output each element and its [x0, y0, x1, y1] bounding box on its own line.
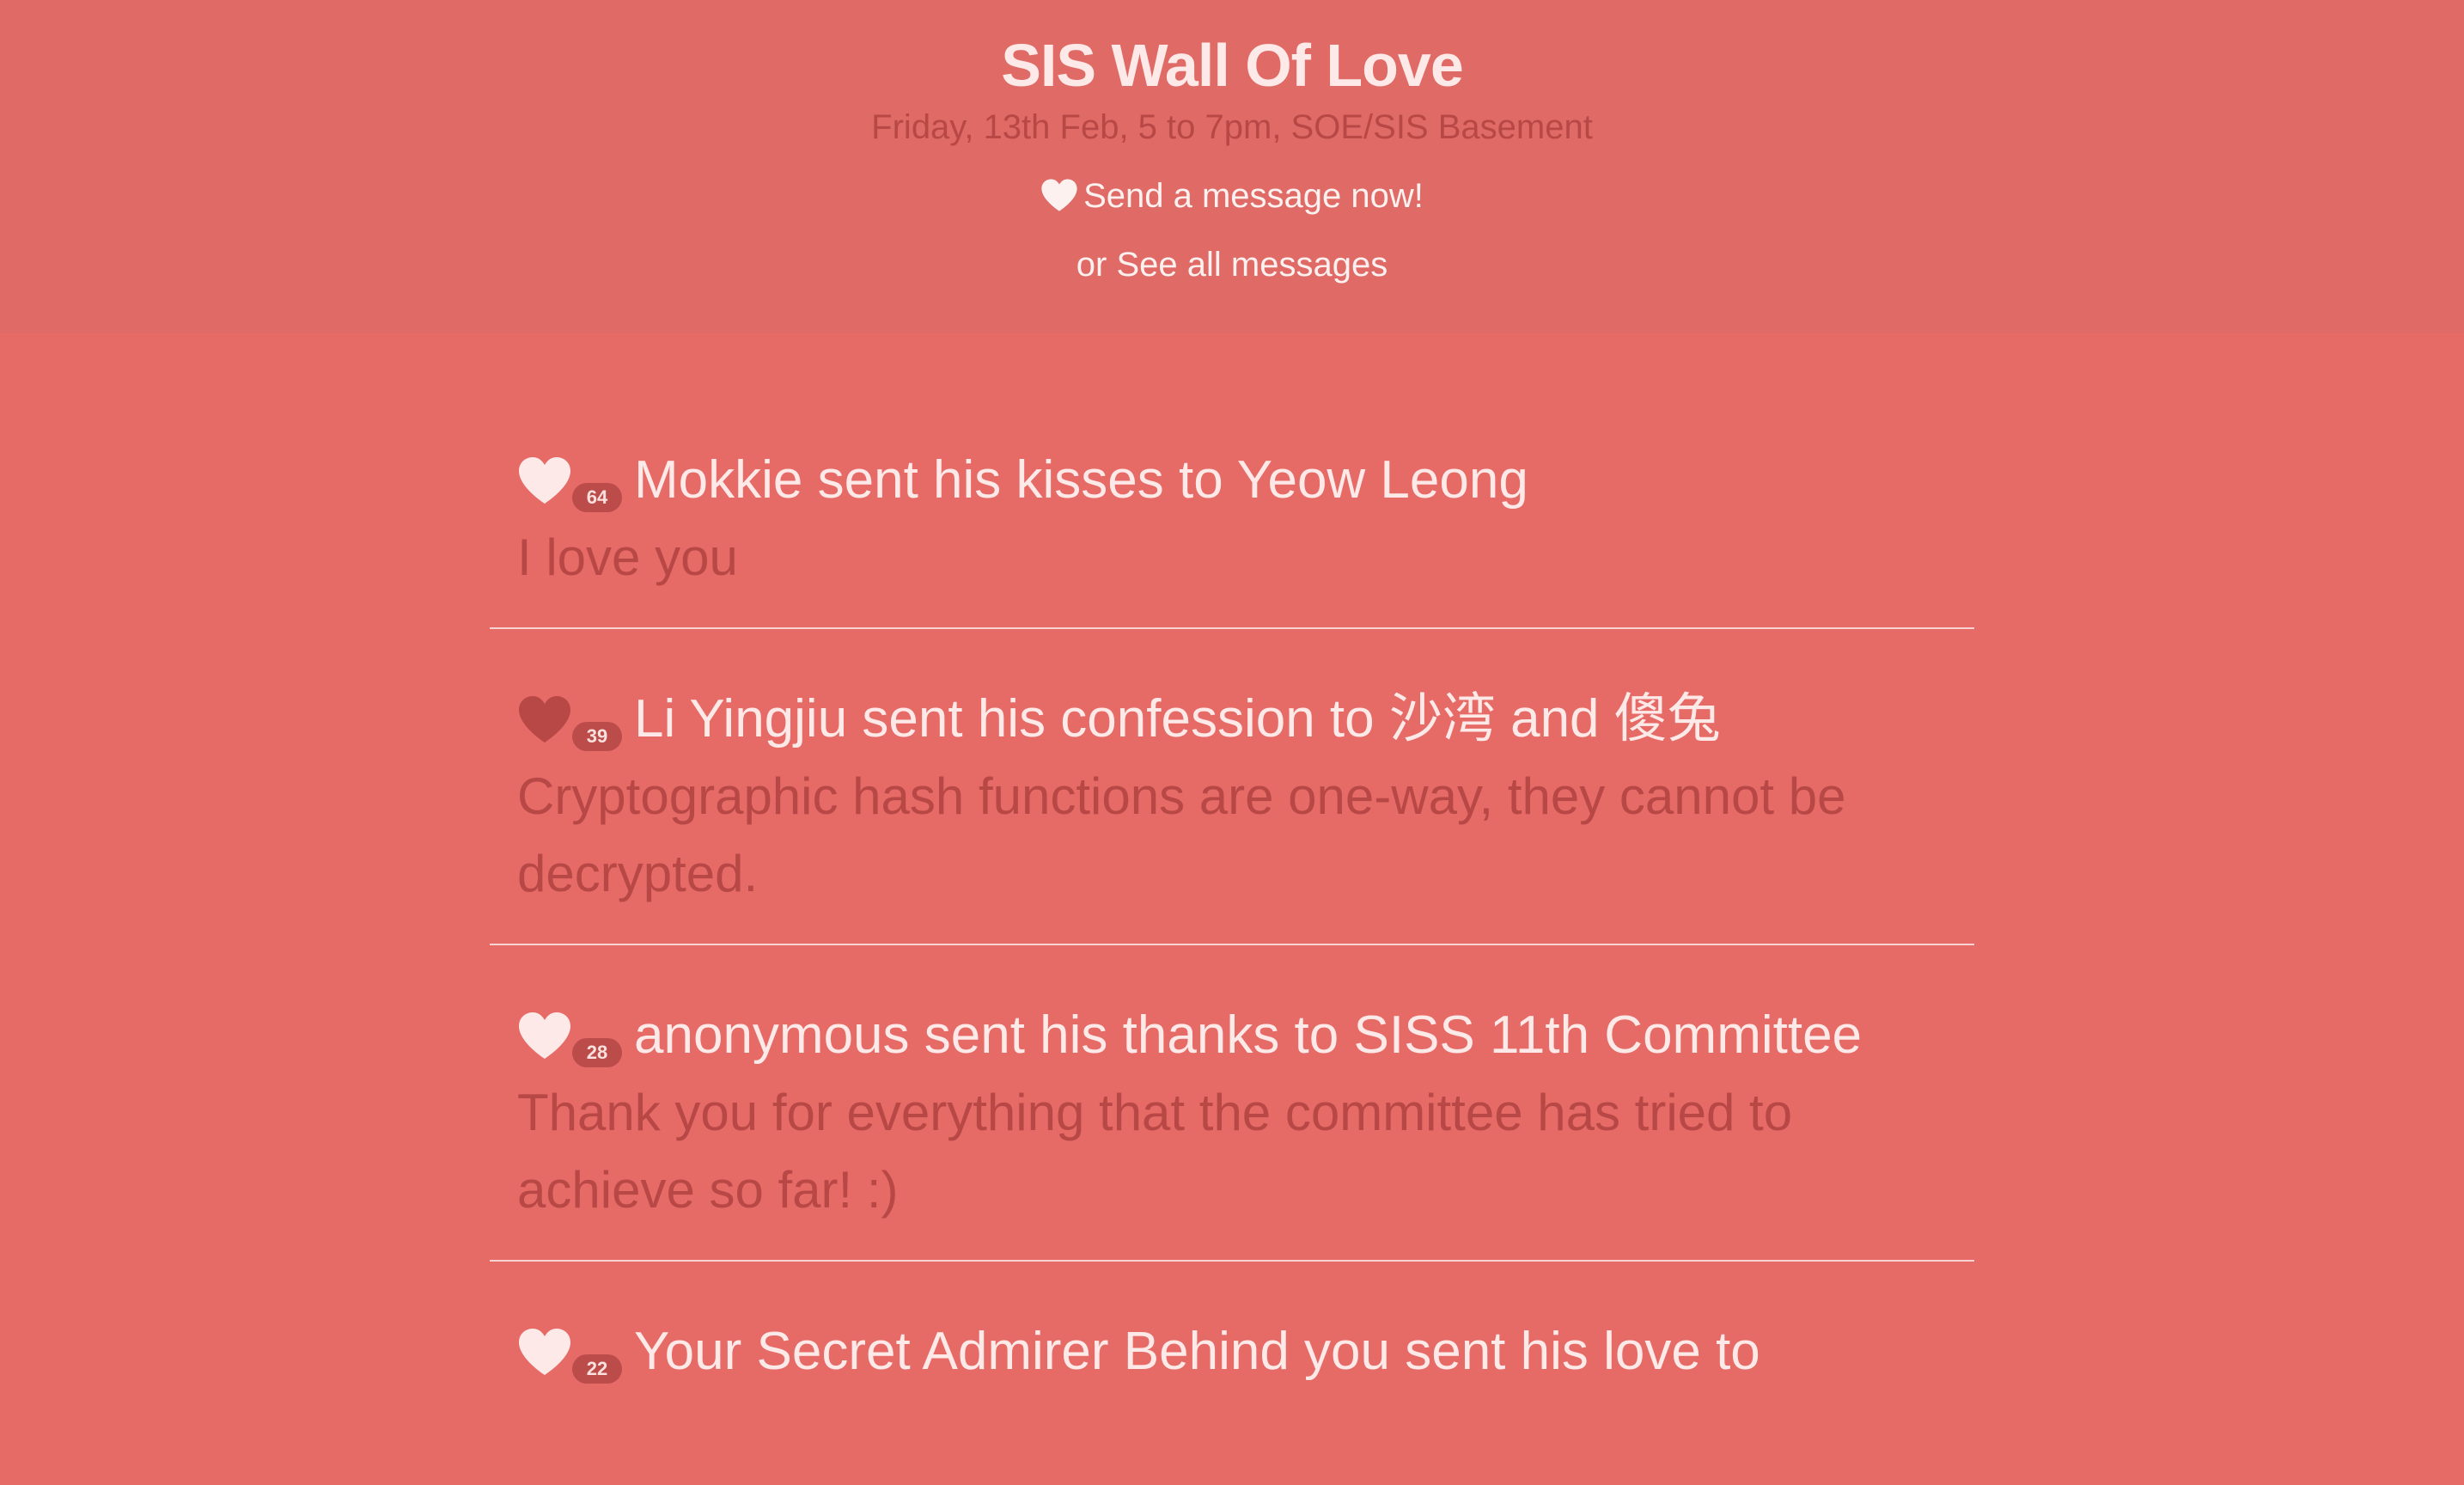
send-message-link[interactable]: Send a message now! — [0, 170, 2464, 222]
message-item: 22 Your Secret Admirer Behind you sent h… — [490, 1313, 1974, 1485]
message-body: I love you — [517, 529, 738, 586]
page-header: SIS Wall Of Love Friday, 13th Feb, 5 to … — [0, 0, 2464, 333]
send-message-label: Send a message now! — [1083, 177, 1424, 215]
like-count-badge: 39 — [572, 722, 622, 751]
heart-icon — [1041, 179, 1077, 211]
page-title: SIS Wall Of Love — [1001, 32, 1464, 99]
message-body: Cryptographic hash functions are one-way… — [517, 767, 1846, 902]
like-count-badge: 28 — [572, 1038, 622, 1067]
message-title: Mokkie sent his kisses to Yeow Leong — [634, 450, 1528, 510]
message-item: 28 anonymous sent his thanks to SISS 11t… — [490, 997, 1974, 1262]
message-item: 39 Li Yingjiu sent his confession to 沙湾 … — [490, 681, 1974, 945]
like-heart-icon[interactable] — [517, 694, 572, 744]
like-heart-icon[interactable] — [517, 455, 572, 505]
see-all-messages-link[interactable]: or See all messages — [0, 239, 2464, 290]
message-title: anonymous sent his thanks to SISS 11th C… — [634, 1005, 1863, 1065]
event-details: Friday, 13th Feb, 5 to 7pm, SOE/SIS Base… — [871, 108, 1593, 146]
like-heart-icon[interactable] — [517, 1327, 572, 1377]
like-count-badge: 22 — [572, 1354, 622, 1384]
message-title: Your Secret Admirer Behind you sent his … — [634, 1322, 1760, 1381]
like-count-badge: 64 — [572, 483, 622, 512]
message-body: Thank you for everything that the commit… — [517, 1084, 1793, 1219]
message-item: 64 Mokkie sent his kisses to Yeow Leong … — [490, 442, 1974, 629]
like-heart-icon[interactable] — [517, 1011, 572, 1060]
message-title: Li Yingjiu sent his confession to 沙湾 and… — [634, 689, 1721, 749]
